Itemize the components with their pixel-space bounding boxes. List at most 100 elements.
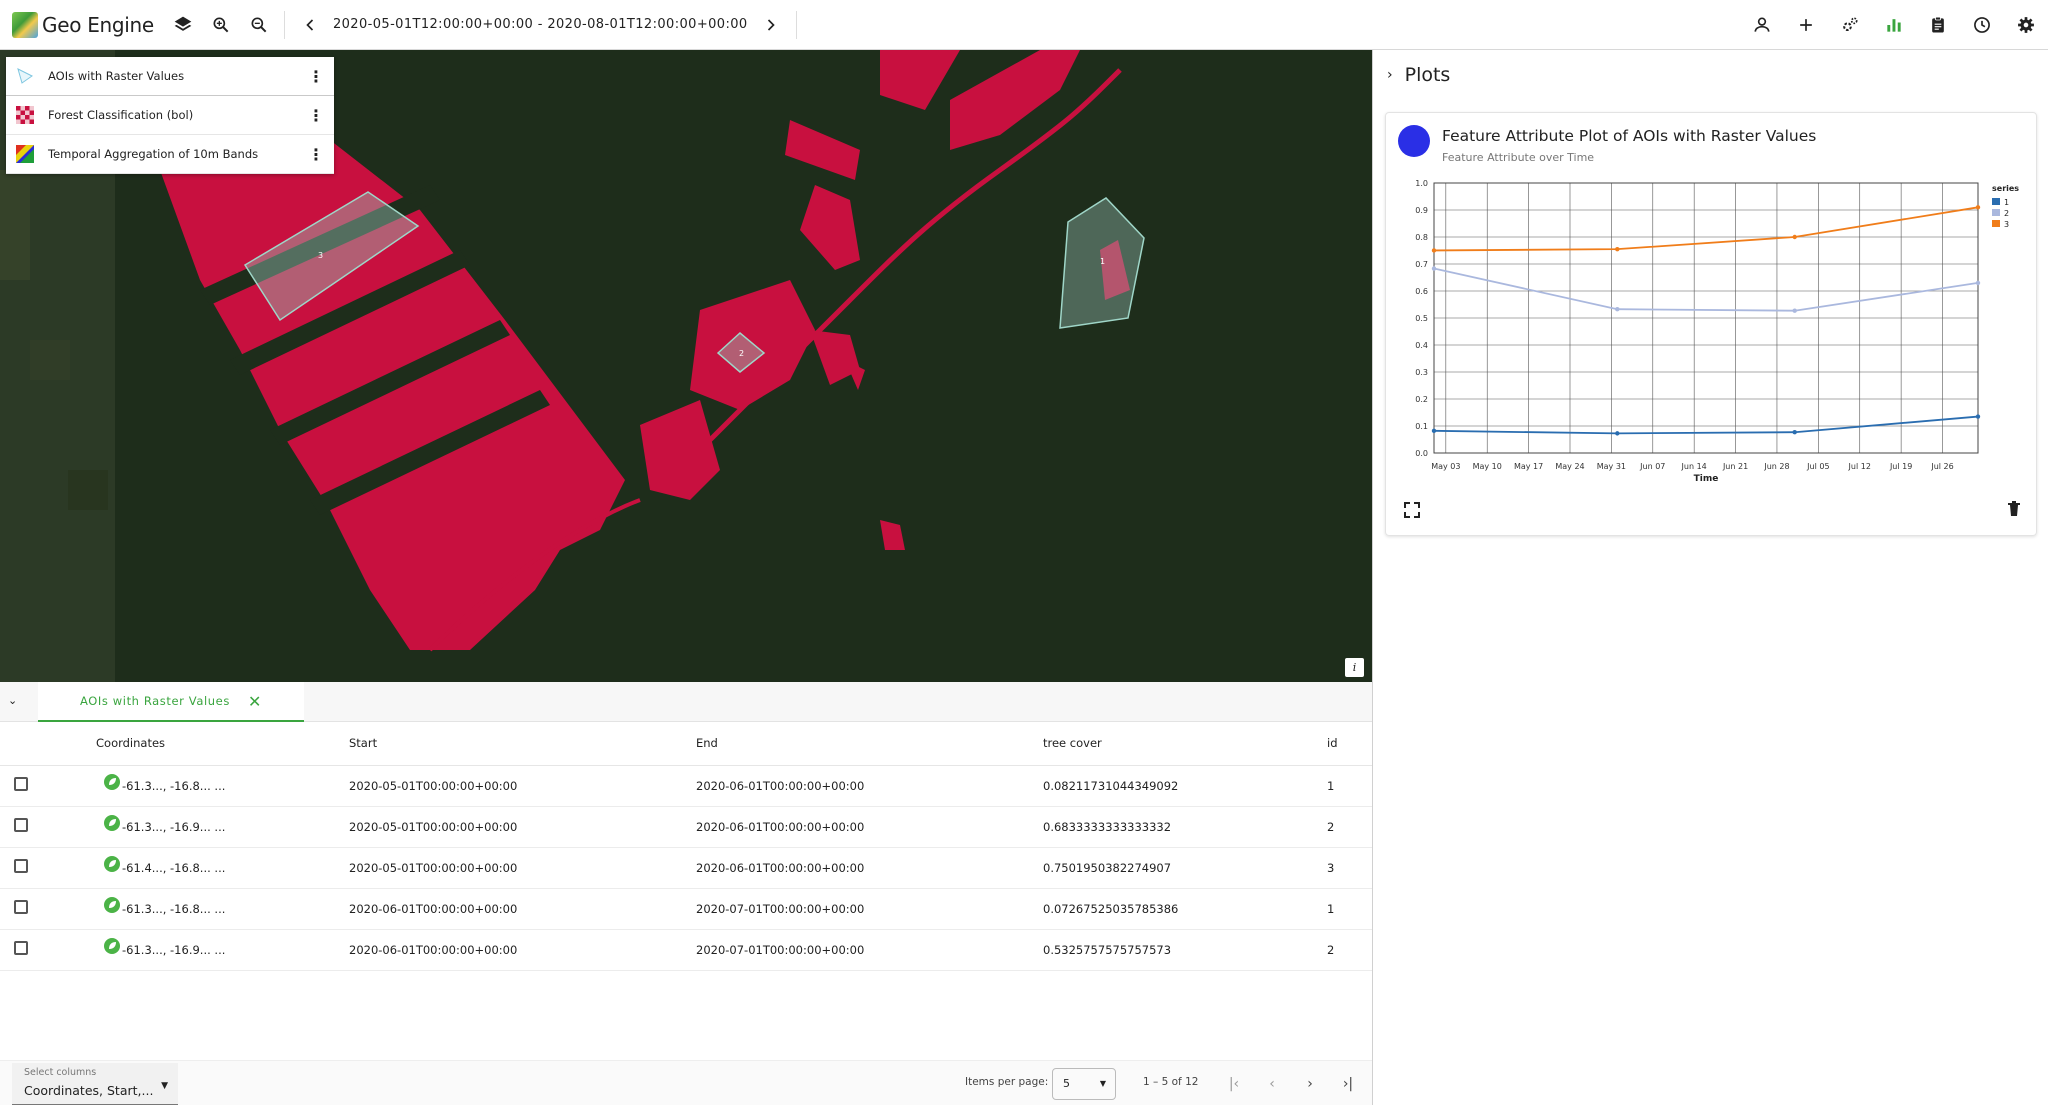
leaf-icon[interactable] (104, 773, 120, 790)
items-per-page-value: 5 (1063, 1077, 1070, 1090)
row-checkbox[interactable] (14, 777, 28, 791)
row-checkbox[interactable] (14, 941, 28, 955)
column-header-id[interactable]: id (1327, 722, 1372, 766)
x-tick-label: Jul 12 (1848, 462, 1871, 471)
data-point (1975, 280, 1981, 286)
plot-avatar (1398, 125, 1430, 157)
close-icon[interactable]: ✕ (248, 692, 262, 711)
vector-layer-icon (17, 68, 33, 84)
settings-button[interactable] (2004, 6, 2048, 44)
column-header-coordinates[interactable]: Coordinates (96, 722, 349, 766)
leaf-icon[interactable] (104, 814, 120, 831)
y-tick-label: 0.6 (1415, 287, 1428, 296)
zoom-in-button[interactable] (202, 6, 240, 44)
id-cell: 2 (1327, 806, 1372, 848)
data-point (1615, 306, 1620, 312)
column-header-tree-cover[interactable]: tree cover (1043, 722, 1327, 766)
next-page-button[interactable]: › (1297, 1071, 1323, 1097)
leaf-icon[interactable] (104, 937, 120, 954)
layer-list: AOIs with Raster Values ⋮ Forest Classif… (6, 57, 334, 174)
table-row[interactable]: -61.3..., -16.8... ... 2020-05-01T00:00:0… (0, 765, 1372, 807)
add-data-button[interactable] (1784, 6, 1828, 44)
row-checkbox[interactable] (14, 859, 28, 873)
table-row[interactable]: -61.3..., -16.8... ... 2020-06-01T00:00:0… (0, 888, 1372, 930)
y-tick-label: 0.1 (1415, 422, 1428, 431)
select-columns-value: Coordinates, Start,... (24, 1083, 154, 1098)
toolbar-divider (283, 10, 285, 39)
data-point (1792, 234, 1797, 240)
id-cell: 1 (1327, 888, 1372, 930)
previous-page-button[interactable]: ‹ (1259, 1071, 1285, 1097)
operators-button[interactable] (1828, 6, 1872, 44)
layers-button[interactable] (164, 6, 202, 44)
time-range-display[interactable]: 2020-05-01T12:00:00+00:00 - 2020-08-01T1… (329, 17, 752, 32)
x-tick-label: Jul 19 (1889, 462, 1912, 471)
tree-cover-cell: 0.6833333333333332 (1043, 806, 1327, 848)
items-per-page-label: Items per page: (965, 1076, 1049, 1088)
legend-title: series (1992, 184, 2019, 193)
row-checkbox[interactable] (14, 900, 28, 914)
chevron-right-icon: › (1307, 1076, 1313, 1092)
first-page-button[interactable]: |‹ (1221, 1071, 1247, 1097)
legend-label: 1 (2004, 198, 2009, 207)
time-back-button[interactable] (291, 6, 329, 44)
delete-icon[interactable] (2004, 499, 2024, 519)
x-tick-label: Jul 26 (1930, 462, 1953, 471)
tree-cover-cell: 0.07267525035785386 (1043, 888, 1327, 930)
end-cell: 2020-06-01T00:00:00+00:00 (696, 765, 1043, 807)
layer-menu-icon[interactable]: ⋮ (304, 100, 328, 130)
layer-item-forest-classification[interactable]: Forest Classification (bol) ⋮ (6, 96, 334, 135)
table-row[interactable]: -61.3..., -16.9... ... 2020-06-01T00:00:0… (0, 929, 1372, 971)
select-columns-label: Select columns (24, 1067, 97, 1078)
operators-icon (1843, 17, 1858, 32)
chevron-left-icon: ‹ (1269, 1076, 1275, 1092)
leaf-icon[interactable] (104, 896, 120, 913)
table-tabbar: ⌄ AOIs with Raster Values ✕ (0, 682, 1372, 722)
row-checkbox[interactable] (14, 818, 28, 832)
tab-aois-with-raster-values[interactable]: AOIs with Raster Values ✕ (38, 682, 304, 722)
x-tick-label: Jun 21 (1722, 462, 1748, 471)
toolbar-right (1740, 6, 2048, 44)
end-cell: 2020-06-01T00:00:00+00:00 (696, 806, 1043, 848)
plots-panel-header[interactable]: › Plots (1387, 64, 1450, 86)
account-button[interactable] (1740, 6, 1784, 44)
leaf-icon[interactable] (104, 855, 120, 872)
first-page-icon: |‹ (1228, 1076, 1240, 1092)
layer-item-aois[interactable]: AOIs with Raster Values ⋮ (6, 57, 334, 96)
y-tick-label: 0.2 (1415, 395, 1428, 404)
select-columns-dropdown[interactable]: Select columns Coordinates, Start,... ▼ (12, 1063, 178, 1105)
x-tick-label: Jun 28 (1763, 462, 1789, 471)
tab-label: AOIs with Raster Values (80, 694, 230, 708)
feature-attribute-chart: 0.0 0.1 0.2 0.3 0.4 0.5 0.6 0.7 0.8 0.9 1.0 May 03 M… (1415, 179, 2019, 484)
last-page-button[interactable]: ›| (1335, 1071, 1361, 1097)
map-info-button[interactable]: i (1345, 658, 1364, 677)
column-header-start[interactable]: Start (349, 722, 696, 766)
table-row[interactable]: -61.4..., -16.8... ... 2020-05-01T00:00:0… (0, 847, 1372, 889)
plots-icon (1887, 19, 1901, 32)
legend-label: 2 (2004, 209, 2009, 218)
items-per-page-select[interactable]: 5 ▼ (1052, 1068, 1116, 1100)
zoom-out-button[interactable] (240, 6, 278, 44)
x-tick-label: May 10 (1473, 462, 1502, 471)
app-name: Geo Engine (42, 12, 154, 37)
start-cell: 2020-05-01T00:00:00+00:00 (349, 765, 696, 807)
time-forward-button[interactable] (752, 6, 790, 44)
column-header-end[interactable]: End (696, 722, 1043, 766)
dropdown-arrow-icon: ▼ (161, 1081, 168, 1091)
layer-item-temporal-aggregation[interactable]: Temporal Aggregation of 10m Bands ⋮ (6, 135, 334, 174)
layer-menu-icon[interactable]: ⋮ (304, 139, 328, 169)
data-point (1975, 414, 1981, 419)
y-tick-label: 0.4 (1415, 341, 1428, 350)
end-cell: 2020-07-01T00:00:00+00:00 (696, 929, 1043, 971)
plots-button[interactable] (1872, 6, 1916, 44)
table-row[interactable]: -61.3..., -16.9... ... 2020-05-01T00:00:0… (0, 806, 1372, 848)
start-cell: 2020-06-01T00:00:00+00:00 (349, 888, 696, 930)
fullscreen-icon[interactable] (1402, 500, 1422, 520)
x-axis-label: Time (1694, 474, 1719, 484)
layer-menu-icon[interactable]: ⋮ (304, 61, 328, 91)
chevron-down-icon[interactable]: ⌄ (8, 694, 17, 707)
y-tick-label: 1.0 (1415, 179, 1428, 188)
time-config-button[interactable] (1960, 6, 2004, 44)
clock-icon (1974, 17, 1990, 33)
workflow-button[interactable] (1916, 6, 1960, 44)
